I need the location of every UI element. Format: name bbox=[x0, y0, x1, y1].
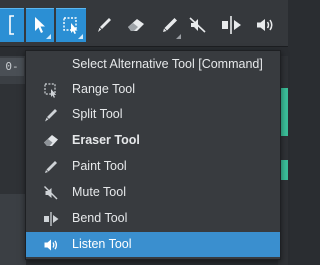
eraser-tool-button[interactable] bbox=[122, 8, 150, 42]
range-icon bbox=[42, 81, 60, 99]
alternative-tool-menu: Select Alternative Tool [Command] Range … bbox=[25, 50, 281, 260]
menu-item-range-tool[interactable]: Range Tool bbox=[26, 77, 280, 102]
menu-item-listen-tool[interactable]: Listen Tool bbox=[26, 232, 280, 257]
track-header-strip: 0- bbox=[0, 56, 26, 265]
range-tool-button[interactable] bbox=[56, 8, 86, 42]
menu-item-label: Select Alternative Tool [Command] bbox=[72, 57, 263, 71]
tool-toolbar bbox=[0, 0, 288, 47]
menu-item-eraser-tool[interactable]: Eraser Tool bbox=[26, 128, 280, 153]
brush-icon bbox=[95, 16, 113, 34]
bend-icon bbox=[219, 15, 243, 35]
menu-item-label: Eraser Tool bbox=[72, 133, 140, 147]
menu-item-label: Mute Tool bbox=[72, 185, 126, 199]
pencil-icon bbox=[161, 16, 179, 34]
speaker-icon bbox=[255, 16, 275, 34]
split-icon bbox=[42, 106, 60, 124]
listen-tool-button[interactable] bbox=[252, 8, 278, 42]
mute-icon bbox=[188, 16, 208, 34]
mute-icon bbox=[42, 184, 60, 202]
speaker-icon bbox=[42, 236, 60, 254]
menu-item-select-alternative-tool[interactable]: Select Alternative Tool [Command] bbox=[26, 52, 280, 77]
eraser-icon bbox=[126, 17, 146, 33]
menu-item-bend-tool[interactable]: Bend Tool bbox=[26, 206, 280, 231]
range-icon bbox=[62, 16, 80, 34]
menu-item-label: Range Tool bbox=[72, 82, 136, 96]
bracket-icon bbox=[6, 14, 18, 36]
menu-item-label: Listen Tool bbox=[72, 237, 132, 251]
bend-icon bbox=[42, 210, 60, 228]
menu-item-label: Bend Tool bbox=[72, 211, 128, 225]
menu-item-split-tool[interactable]: Split Tool bbox=[26, 102, 280, 127]
bend-tool-button[interactable] bbox=[216, 8, 246, 42]
left-tab[interactable]: 0- bbox=[0, 58, 24, 76]
mute-tool-button[interactable] bbox=[186, 8, 210, 42]
audio-event-clip[interactable] bbox=[280, 88, 288, 136]
bracket-tool-button[interactable] bbox=[0, 8, 24, 42]
pencil-tool-button[interactable] bbox=[156, 8, 184, 42]
menu-item-mute-tool[interactable]: Mute Tool bbox=[26, 180, 280, 205]
menu-item-label: Split Tool bbox=[72, 107, 123, 121]
pencil-icon bbox=[42, 158, 60, 176]
arrow-tool-button[interactable] bbox=[26, 8, 54, 42]
audio-event-clip[interactable] bbox=[280, 160, 288, 180]
arrow-icon bbox=[32, 16, 48, 34]
menu-item-label: Paint Tool bbox=[72, 159, 127, 173]
menu-item-paint-tool[interactable]: Paint Tool bbox=[26, 154, 280, 179]
paint-tool-button[interactable] bbox=[92, 8, 116, 42]
ruler-strip bbox=[0, 84, 26, 194]
eraser-icon bbox=[42, 132, 60, 150]
